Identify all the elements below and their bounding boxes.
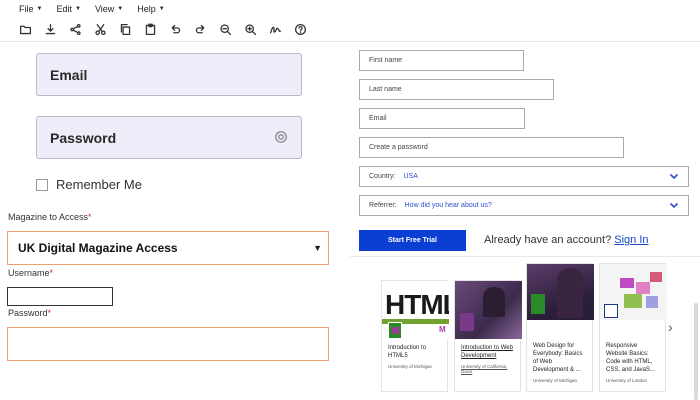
password-field[interactable]: Password [36,116,302,159]
thumb-tile [620,278,634,288]
html-thumb-text: HTML [385,289,449,320]
caret-down-icon: ▼ [36,6,43,12]
course-title: Introduction to Web Development [461,345,513,359]
thumb-person [483,287,505,317]
thumb-panel [460,313,474,331]
last-name-field[interactable]: Last name [359,79,554,100]
chevron-right-icon[interactable]: › [668,319,673,335]
signup-pane: First name Last name Email Create a pass… [350,43,700,400]
first-name-field[interactable]: First name [359,50,524,71]
email-signup-field[interactable]: Email [359,108,525,129]
copy-icon[interactable] [117,22,133,38]
email-signup-placeholder: Email [369,115,387,122]
thumb-person [557,268,583,318]
course-title: Web Design for Everybody: Basics of Web … [533,343,583,373]
app-window: File ▼ Edit ▼ View ▼ Help ▼ Email Password R… [0,0,700,400]
undo-icon[interactable] [167,22,183,38]
university-logo-icon [388,322,402,339]
remember-label: Remember Me [56,177,142,192]
download-icon[interactable] [42,22,58,38]
course-title: Introduction to HTML5 [388,345,427,359]
menu-file-label: File [19,4,34,14]
course-university: University of Michigan [388,364,433,369]
signature-icon[interactable] [267,22,283,38]
email-placeholder: Email [50,66,88,83]
course-thumbnail [527,264,594,320]
course-thumbnail: HTML M [382,281,449,339]
course-university: University of London [606,378,648,383]
magazine-select-value: UK Digital Magazine Access [18,241,178,255]
start-free-trial-button[interactable]: Start Free Trial [359,230,466,251]
password-input[interactable] [7,327,329,361]
username-field[interactable] [7,287,113,306]
referrer-label: Referrer: [369,202,397,209]
course-card[interactable]: HTML M Introduction to HTML5 University … [381,280,449,392]
m-logo: M [439,325,446,334]
referrer-value: How did you hear about us? [404,202,492,209]
chevron-down-icon [669,200,679,210]
thumb-tile [624,294,642,308]
course-thumbnail [455,281,522,339]
first-name-placeholder: First name [369,57,403,64]
toolbar [0,18,700,42]
menu-help[interactable]: Help ▼ [137,4,164,14]
caret-down-icon: ▼ [74,6,81,12]
have-account-text: Already have an account? Sign In [484,234,649,246]
login-form-pane: Email Password Remember Me Magazine to A… [0,43,350,400]
country-select[interactable]: Country: USA [359,166,689,187]
course-card[interactable]: Introduction to Web Development Universi… [454,280,522,392]
help-icon[interactable] [292,22,308,38]
course-university: University of Michigan [533,378,578,383]
menu-edit-label: Edit [56,4,72,14]
menu-file[interactable]: File ▼ [19,4,42,14]
password-placeholder: Password [50,129,117,146]
last-name-placeholder: Last name [369,86,402,93]
menu-help-label: Help [137,4,156,14]
menu-view[interactable]: View ▼ [95,4,123,14]
email-field[interactable]: Email [36,53,302,96]
chevron-down-icon [669,171,679,181]
share-icon[interactable] [67,22,83,38]
menu-bar: File ▼ Edit ▼ View ▼ Help ▼ [0,0,700,18]
magazine-label: Magazine to Access* [8,212,92,222]
create-password-field[interactable]: Create a password [359,137,624,158]
folder-icon[interactable] [17,22,33,38]
course-card[interactable]: Responsive Website Basics: Code with HTM… [599,263,667,392]
scrollbar[interactable] [694,303,698,400]
paste-icon[interactable] [142,22,158,38]
course-title: Responsive Website Basics: Code with HTM… [606,343,656,373]
course-thumbnail [600,264,667,320]
thumb-panel [531,294,545,314]
divider [350,256,700,257]
referrer-select[interactable]: Referrer: How did you hear about us? [359,195,689,216]
magazine-select[interactable]: UK Digital Magazine Access ▼ [7,231,329,265]
country-label: Country: [369,173,396,180]
menu-edit[interactable]: Edit ▼ [56,4,80,14]
course-university: University of California, Davis [461,364,508,374]
caret-down-icon: ▼ [158,6,165,12]
cut-icon[interactable] [92,22,108,38]
menu-view-label: View [94,4,115,14]
thumb-panel [604,304,618,318]
caret-down-icon: ▼ [117,6,124,12]
thumb-tile [646,296,658,308]
zoom-out-icon[interactable] [217,22,233,38]
course-card[interactable]: Web Design for Everybody: Basics of Web … [526,263,594,392]
remember-checkbox[interactable] [36,178,48,191]
redo-icon[interactable] [192,22,208,38]
create-password-placeholder: Create a password [369,144,428,151]
country-value: USA [403,173,418,180]
thumb-tile [636,282,650,294]
sign-in-link[interactable]: Sign In [614,234,648,246]
chevron-down-icon: ▼ [313,243,322,253]
eye-icon[interactable] [274,130,288,144]
password-small-label: Password* [8,308,52,318]
remember-me[interactable]: Remember Me [36,177,142,192]
username-label: Username* [8,268,54,278]
zoom-in-icon[interactable] [242,22,258,38]
thumb-tile [650,272,662,282]
